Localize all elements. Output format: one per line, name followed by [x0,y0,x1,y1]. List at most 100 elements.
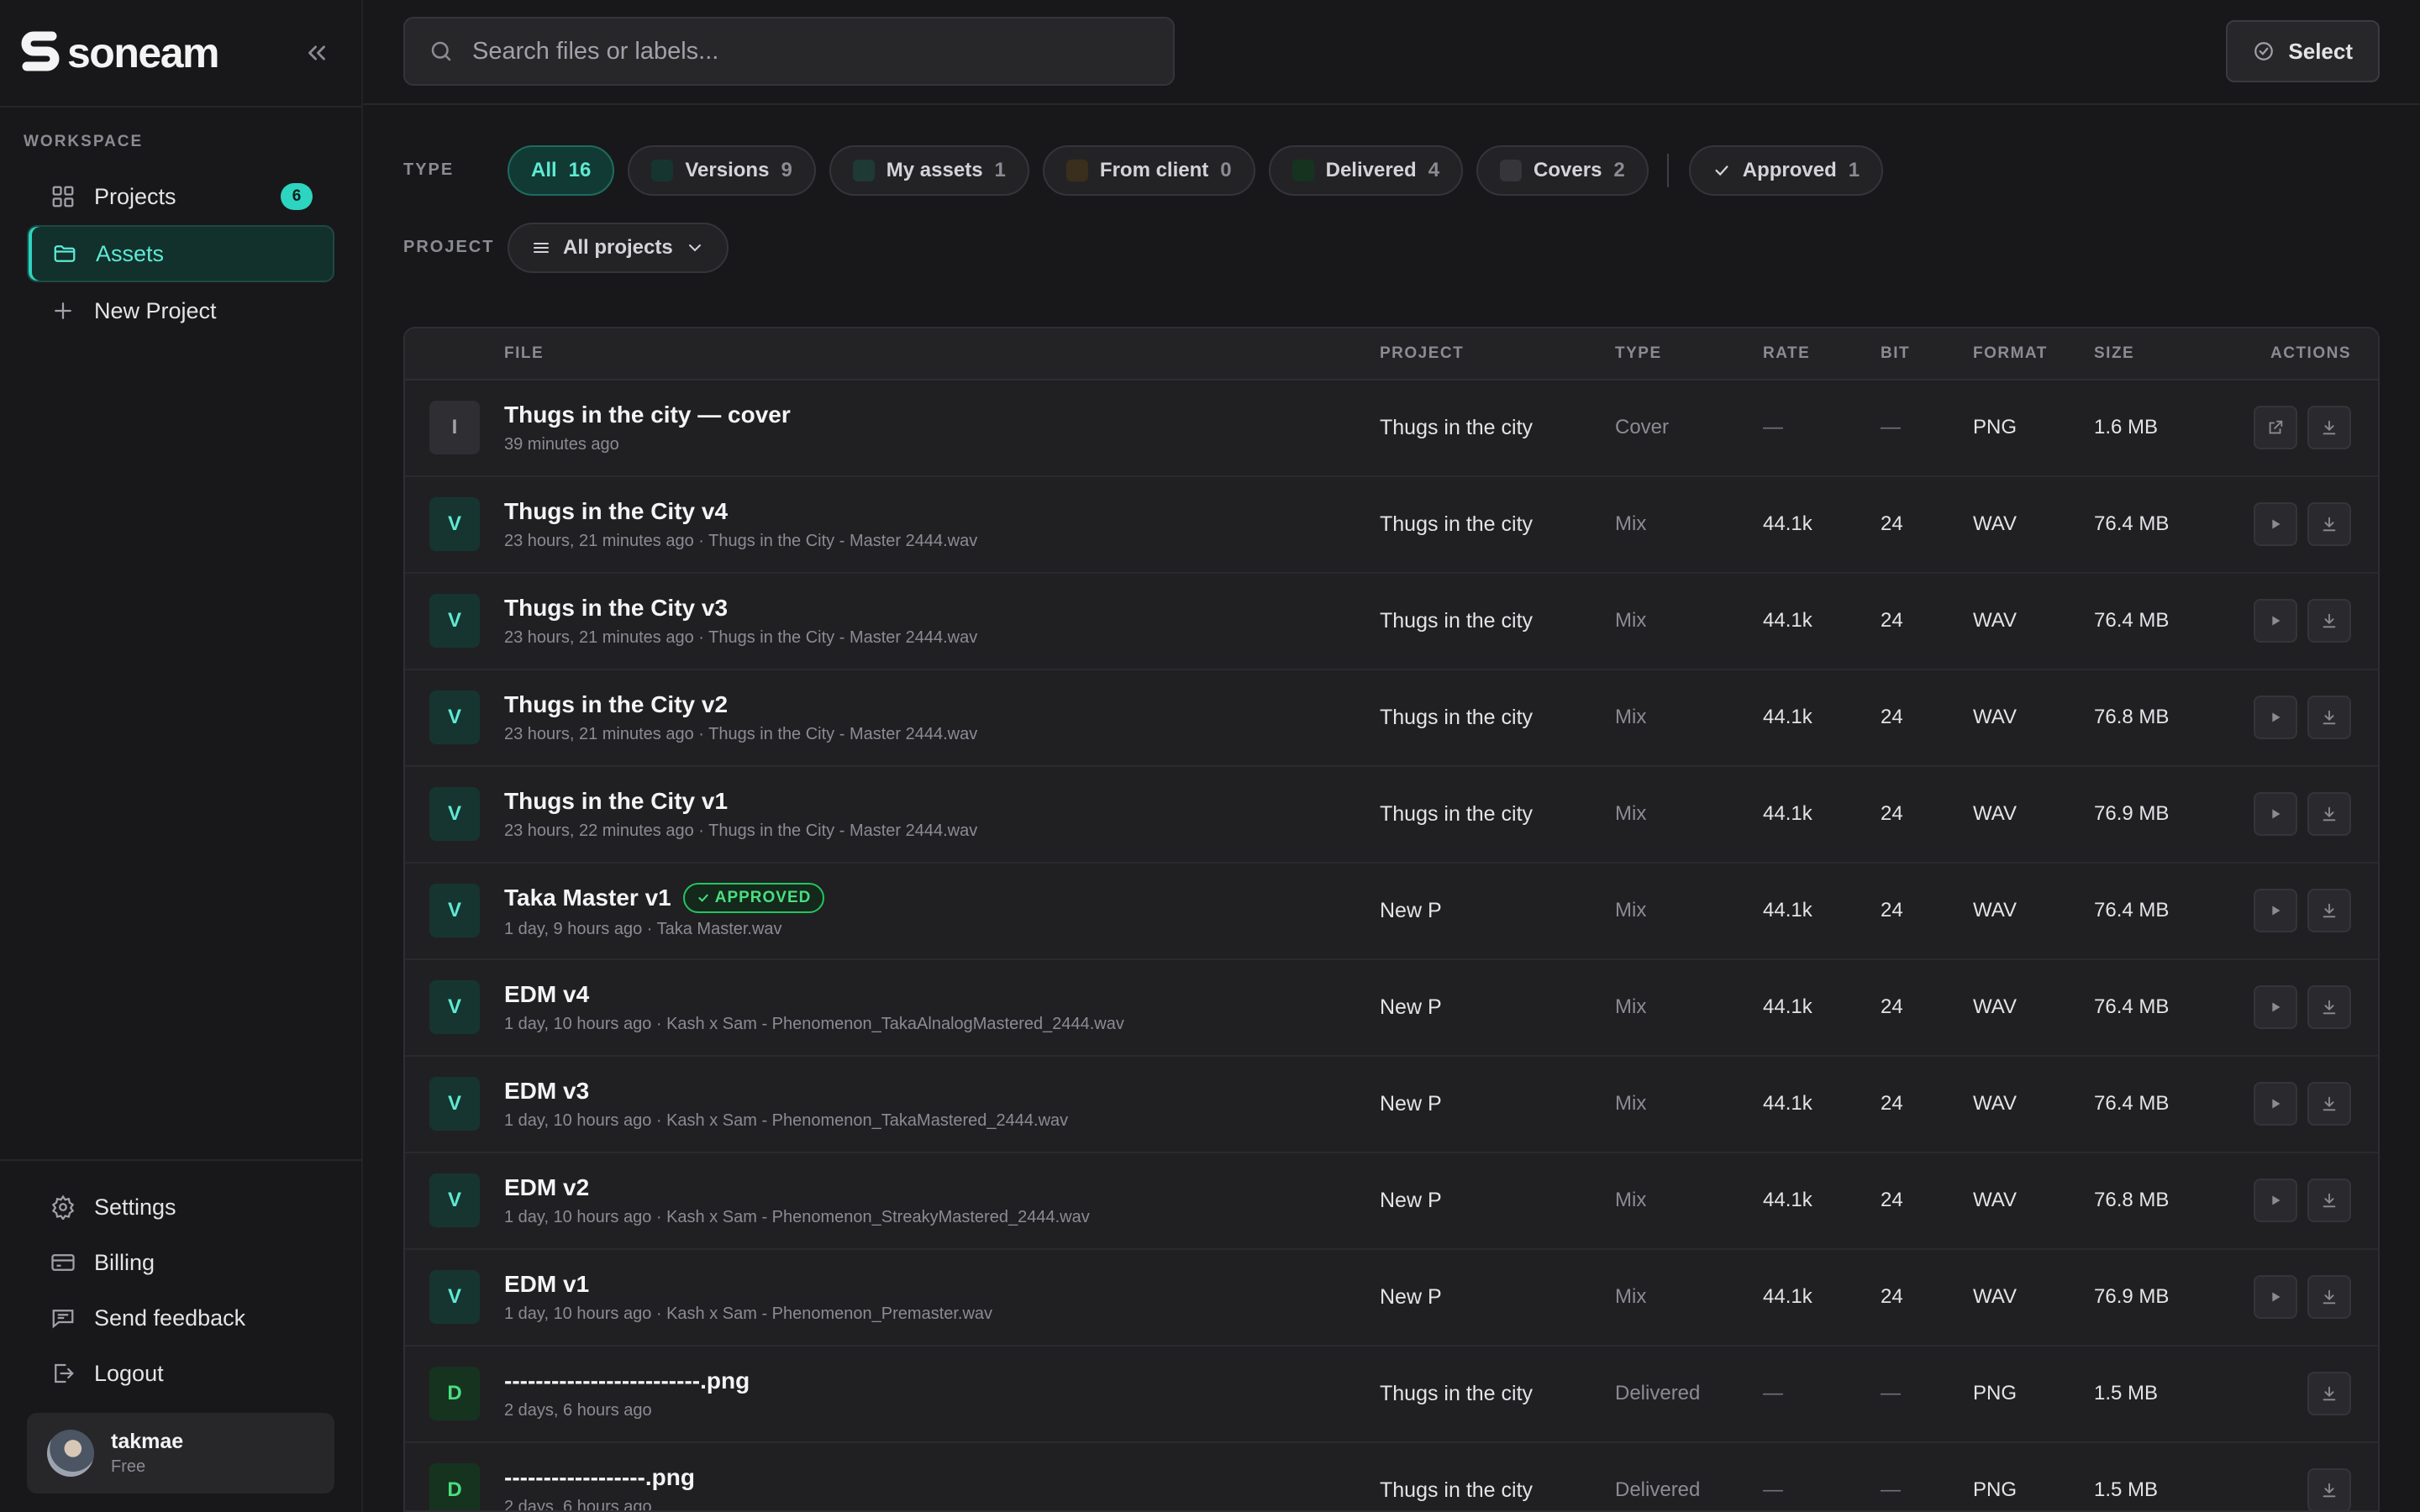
select-button[interactable]: Select [2226,20,2380,83]
file-title[interactable]: EDM v4 [504,981,589,1008]
play-button[interactable] [2254,1179,2297,1223]
sidebar-item-projects[interactable]: Projects 6 [27,168,334,225]
search-input[interactable] [472,37,1150,66]
header-rate[interactable]: RATE [1763,344,1881,363]
sidebar-item-settings[interactable]: Settings [27,1179,334,1235]
play-icon [2272,1002,2281,1012]
header-format[interactable]: FORMAT [1973,344,2094,363]
row-actions [2237,1082,2378,1126]
download-button[interactable] [2307,889,2351,933]
download-button[interactable] [2307,985,2351,1030]
table-row[interactable]: V Thugs in the City v3 23 hours, 21 minu… [405,573,2378,670]
file-title[interactable]: Thugs in the City v4 [504,498,728,525]
download-button[interactable] [2307,1468,2351,1510]
download-button[interactable] [2307,1082,2351,1126]
download-button[interactable] [2307,696,2351,740]
cell-project: Thugs in the city [1380,512,1534,536]
table-row[interactable]: D ------------------.png 2 days, 6 hours… [405,1442,2378,1510]
play-button[interactable] [2254,985,2297,1030]
list-icon [534,242,549,253]
download-button[interactable] [2307,1179,2351,1223]
chip-delivered[interactable]: Delivered 4 [1268,144,1464,196]
file-subtitle: 1 day, 10 hours ago · Kash x Sam - Pheno… [504,1304,993,1323]
user-card[interactable]: takmae Free [27,1413,334,1494]
file-title[interactable]: ------------------.png [504,1464,695,1491]
brand-name: soneam [67,29,219,76]
table-row[interactable]: V Thugs in the City v1 23 hours, 22 minu… [405,766,2378,864]
cell-format: WAV [1973,995,2017,1019]
cell-project: New P [1380,995,1442,1019]
file-title[interactable]: Taka Master v1 [504,885,671,911]
download-button[interactable] [2307,1275,2351,1320]
download-button[interactable] [2307,792,2351,837]
cell-rate: 44.1k [1763,706,1812,729]
header-project[interactable]: PROJECT [1380,344,1615,363]
cell-project: New P [1380,898,1442,922]
download-button[interactable] [2307,1372,2351,1416]
chip-label: From client [1099,158,1209,181]
file-title[interactable]: EDM v3 [504,1078,589,1105]
sidebar-item-assets[interactable]: Assets [27,225,334,282]
sidebar-item-send-feedback[interactable]: Send feedback [27,1290,334,1346]
chip-covers[interactable]: Covers 2 [1476,144,1649,196]
sidebar-item-billing[interactable]: Billing [27,1235,334,1290]
cell-format: PNG [1973,416,2018,439]
file-title[interactable]: -------------------------.png [504,1368,750,1394]
chip-all[interactable]: All 16 [508,144,615,196]
brand-logo[interactable]: soneam [18,29,219,77]
cell-bit: 24 [1881,609,1903,633]
cell-format: WAV [1973,1189,2017,1212]
chip-approved[interactable]: Approved 1 [1688,144,1884,196]
play-button[interactable] [2254,1082,2297,1126]
header-bit[interactable]: BIT [1881,344,1973,363]
plus-icon [55,302,71,319]
chip-versions[interactable]: Versions 9 [628,144,816,196]
open-button[interactable] [2254,406,2297,450]
cell-bit: 24 [1881,802,1903,826]
project-select-dropdown[interactable]: All projects [508,222,729,273]
chip-my-assets[interactable]: My assets 1 [829,144,1029,196]
chip-swatch [651,159,674,181]
header-type[interactable]: TYPE [1615,344,1763,363]
table-row[interactable]: V EDM v2 1 day, 10 hours ago · Kash x Sa… [405,1152,2378,1250]
table-row[interactable]: V EDM v1 1 day, 10 hours ago · Kash x Sa… [405,1249,2378,1347]
table-row[interactable]: V EDM v3 1 day, 10 hours ago · Kash x Sa… [405,1056,2378,1153]
file-title[interactable]: EDM v1 [504,1271,589,1298]
chip-label: Approved [1742,158,1837,181]
table-row[interactable]: V Taka Master v1 APPROVED 1 day, 9 hours… [405,863,2378,960]
cell-format: WAV [1973,1092,2017,1116]
file-title[interactable]: Thugs in the City v2 [504,691,728,718]
play-button[interactable] [2254,1275,2297,1320]
cell-rate: 44.1k [1763,512,1812,536]
table-row[interactable]: V Thugs in the City v2 23 hours, 21 minu… [405,669,2378,767]
play-button[interactable] [2254,889,2297,933]
download-icon [2323,1483,2336,1498]
file-title[interactable]: Thugs in the City v3 [504,595,728,622]
play-button[interactable] [2254,502,2297,547]
file-subtitle: 23 hours, 21 minutes ago · Thugs in the … [504,531,978,550]
file-title[interactable]: Thugs in the city — cover [504,402,791,428]
header-size[interactable]: SIZE [2094,344,2237,363]
download-button[interactable] [2307,406,2351,450]
chip-from-client[interactable]: From client 0 [1042,144,1255,196]
header-file[interactable]: FILE [504,344,1380,363]
row-actions [2237,1275,2378,1320]
play-button[interactable] [2254,599,2297,643]
table-row[interactable]: V Thugs in the City v4 23 hours, 21 minu… [405,476,2378,574]
cell-rate: 44.1k [1763,899,1812,922]
cell-rate: — [1763,1382,1783,1405]
file-title[interactable]: Thugs in the City v1 [504,788,728,815]
play-button[interactable] [2254,792,2297,837]
sidebar-item-new-project[interactable]: New Project [27,282,334,339]
search-box[interactable] [403,17,1175,87]
sidebar-item-logout[interactable]: Logout [27,1346,334,1401]
download-button[interactable] [2307,599,2351,643]
assets-table: FILE PROJECT TYPE RATE BIT FORMAT SIZE A… [403,326,2380,1512]
download-button[interactable] [2307,502,2351,547]
table-row[interactable]: I Thugs in the city — cover 39 minutes a… [405,380,2378,477]
table-row[interactable]: V EDM v4 1 day, 10 hours ago · Kash x Sa… [405,959,2378,1057]
table-row[interactable]: D -------------------------.png 2 days, … [405,1346,2378,1443]
file-title[interactable]: EDM v2 [504,1174,589,1201]
play-button[interactable] [2254,696,2297,740]
collapse-sidebar-icon[interactable] [302,39,331,67]
